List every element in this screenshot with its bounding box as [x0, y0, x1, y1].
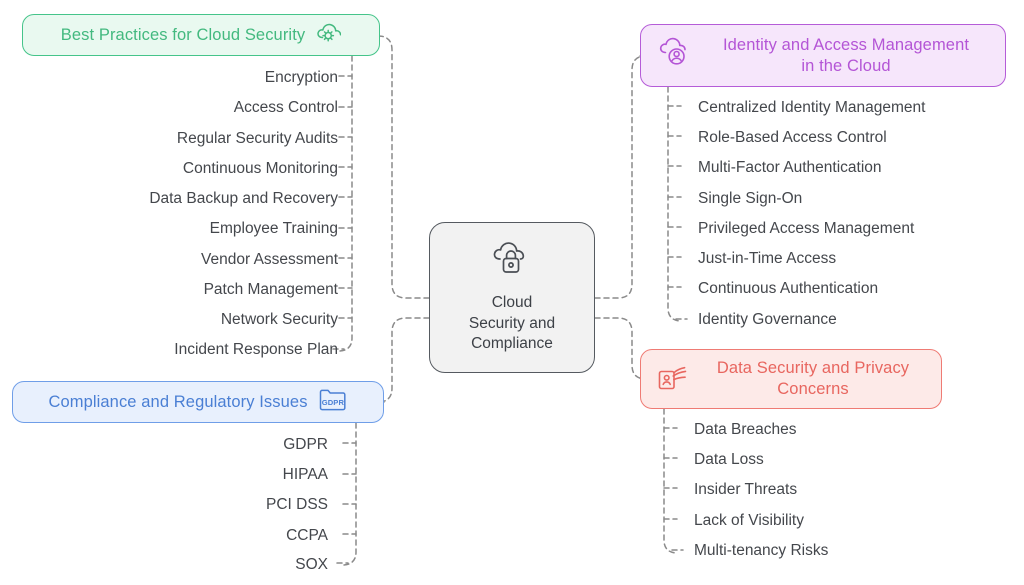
- trunk-data-security: [663, 408, 677, 554]
- leaf-item[interactable]: Insider Threats: [694, 482, 797, 498]
- leaf-item[interactable]: Continuous Authentication: [698, 281, 878, 297]
- leaf-item[interactable]: Access Control: [234, 100, 338, 116]
- edge-central-to-iam: [594, 55, 647, 299]
- leaf-item[interactable]: Centralized Identity Management: [698, 100, 925, 116]
- leaf-item[interactable]: Single Sign-On: [698, 191, 802, 207]
- branch-label-best-practices: Best Practices for Cloud Security: [60, 25, 306, 44]
- leaf-item[interactable]: Identity Governance: [698, 312, 837, 328]
- leaf-item[interactable]: Continuous Monitoring: [183, 161, 338, 177]
- leaf-item[interactable]: Network Security: [221, 312, 338, 328]
- cloud-lock-icon: [489, 240, 535, 287]
- leaf-item[interactable]: Just-in-Time Access: [698, 251, 836, 267]
- leaf-item[interactable]: CCPA: [286, 528, 328, 544]
- leaf-item[interactable]: Data Loss: [694, 452, 764, 468]
- cloud-user-icon: [657, 37, 691, 74]
- branch-label-compliance: Compliance and Regulatory Issues: [48, 392, 308, 411]
- leaf-item[interactable]: Data Breaches: [694, 422, 797, 438]
- leaf-item[interactable]: SOX: [295, 557, 328, 573]
- id-badge-hand-icon: [657, 362, 689, 397]
- central-node[interactable]: Cloud Security and Compliance: [429, 222, 595, 373]
- trunk-iam: [667, 86, 681, 322]
- trunk-compliance: [343, 422, 357, 566]
- leaf-item[interactable]: PCI DSS: [266, 497, 328, 513]
- branch-header-iam[interactable]: Identity and Access Management in the Cl…: [640, 24, 1006, 87]
- branch-label-iam: Identity and Access Management in the Cl…: [722, 35, 970, 75]
- leaf-item[interactable]: Patch Management: [204, 282, 338, 298]
- leaf-item[interactable]: Employee Training: [210, 221, 338, 237]
- leaf-item[interactable]: Role-Based Access Control: [698, 130, 887, 146]
- leaf-item[interactable]: Encryption: [265, 70, 338, 86]
- leaf-item[interactable]: Lack of Visibility: [694, 513, 804, 529]
- leaf-item[interactable]: Privileged Access Management: [698, 221, 914, 237]
- branch-header-compliance[interactable]: Compliance and Regulatory Issues GDPR: [12, 381, 384, 423]
- gdpr-folder-icon: GDPR: [318, 387, 348, 417]
- cloud-gear-icon: [315, 21, 342, 50]
- trunk-best-practices: [339, 55, 353, 352]
- leaf-item[interactable]: GDPR: [283, 437, 328, 453]
- leaf-item[interactable]: Regular Security Audits: [177, 131, 338, 147]
- leaf-item[interactable]: HIPAA: [283, 467, 328, 483]
- edge-central-to-data: [594, 317, 647, 380]
- mindmap-canvas: Cloud Security and Compliance Best Pract…: [0, 0, 1024, 585]
- branch-header-best-practices[interactable]: Best Practices for Cloud Security: [22, 14, 380, 56]
- central-node-title: Cloud Security and Compliance: [468, 294, 556, 353]
- branch-header-data-security[interactable]: Data Security and Privacy Concerns: [640, 349, 942, 409]
- leaf-item[interactable]: Vendor Assessment: [201, 252, 338, 268]
- edge-central-to-compliance: [377, 317, 430, 403]
- leaf-item[interactable]: Multi-Factor Authentication: [698, 160, 882, 176]
- leaf-item[interactable]: Multi-tenancy Risks: [694, 543, 828, 559]
- leaf-item[interactable]: Data Backup and Recovery: [149, 191, 338, 207]
- branch-label-data-security: Data Security and Privacy Concerns: [716, 359, 910, 398]
- edge-central-to-best-practices: [377, 35, 430, 299]
- leaf-item[interactable]: Incident Response Plan: [174, 342, 338, 358]
- gdpr-icon-text: GDPR: [321, 398, 344, 407]
